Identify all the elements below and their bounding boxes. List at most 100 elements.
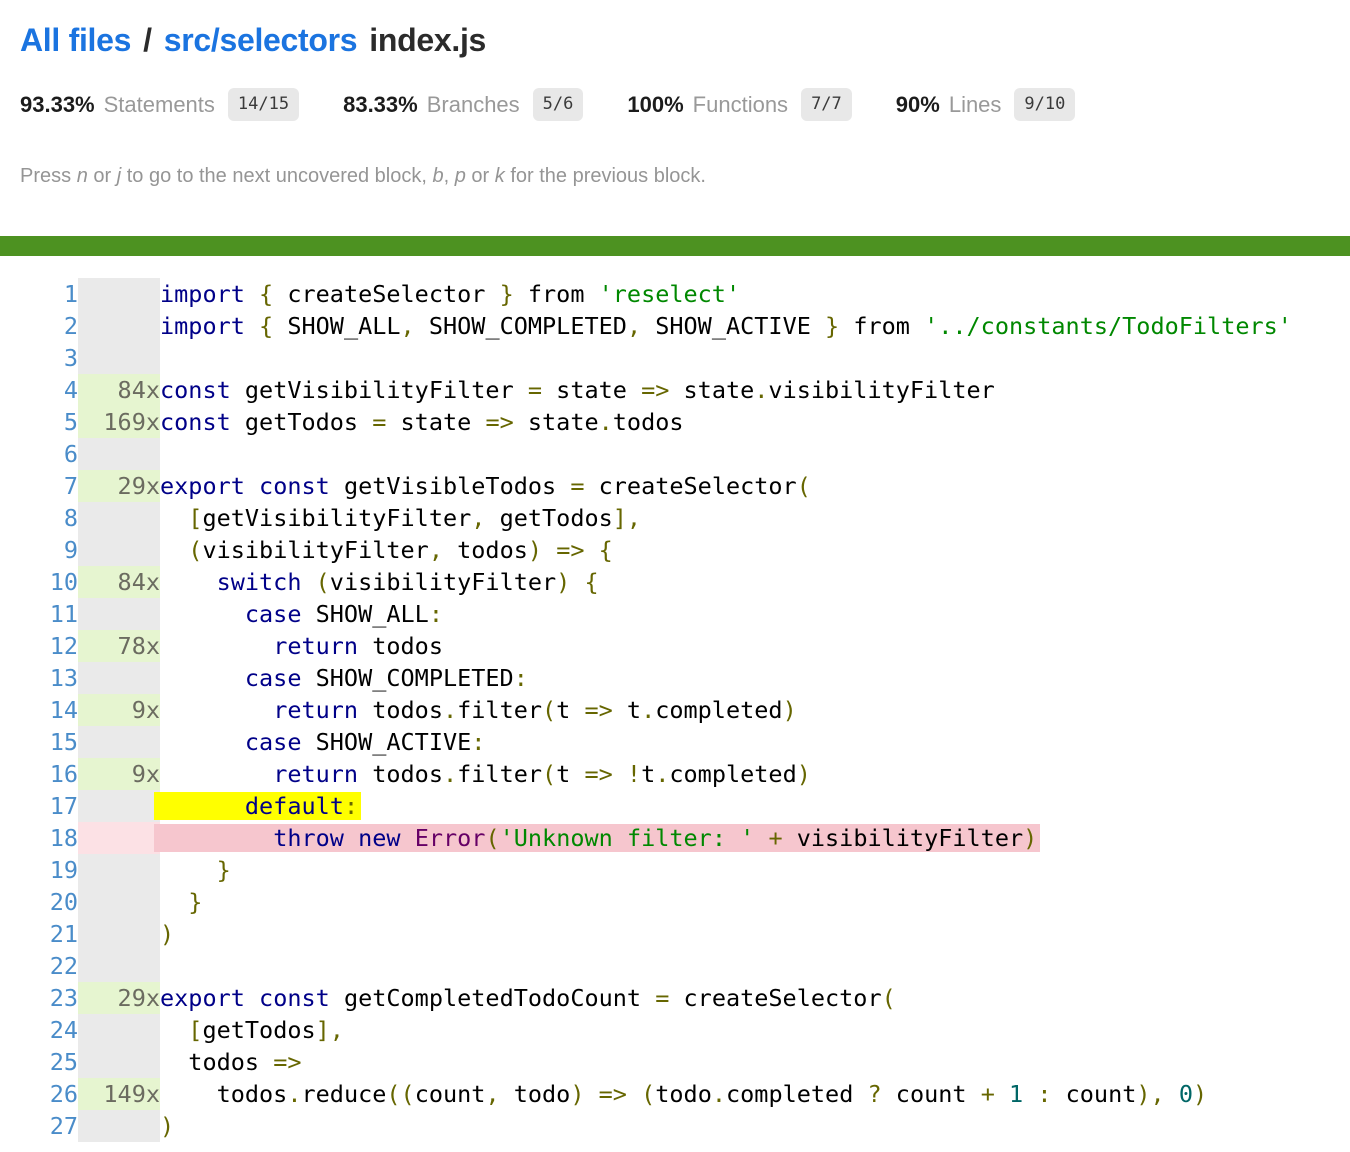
code-token-pun: : [344,792,358,820]
code-token-pun: . [287,1080,301,1108]
hint-text: or [466,165,495,187]
line-hit-count: 169x [78,406,160,438]
code-line-row: 26149x todos.reduce((count, todo) => (to… [0,1078,1292,1110]
code-token-pun: ) [570,1080,584,1108]
line-number: 9 [0,534,78,566]
code-token-kwd: switch [217,568,302,596]
code-token-pln [160,504,188,532]
code-token-pun: , [401,312,415,340]
line-hit-count [78,310,160,342]
coverage-stat: 93.33% Statements 14/15 [20,88,299,121]
hint-key: k [495,165,505,187]
code-token-pun: + [981,1080,995,1108]
stat-label: Functions [693,92,788,118]
code-token-pun: . [712,1080,726,1108]
stat-fraction-badge: 14/15 [228,88,299,121]
hint-key: n [77,165,88,187]
code-token-pun: ( [188,536,202,564]
code-token-pln: filter [457,760,542,788]
breadcrumb-link[interactable]: All files [20,22,131,58]
code-token-pun: . [754,376,768,404]
code-token-pun: + [768,824,782,852]
code-token-pln: todos [613,408,684,436]
line-hit-count [78,1046,160,1078]
code-token-pun: = [528,376,542,404]
breadcrumb-link[interactable]: src/selectors [164,22,358,58]
code-token-pun: } [500,280,514,308]
code-token-pun: ( [797,472,811,500]
line-hit-count: 149x [78,1078,160,1110]
code-line-row: 149x return todos.filter(t => t.complete… [0,694,1292,726]
code-token-pun: ( [316,568,330,596]
code-line: import { createSelector } from 'reselect… [160,278,1292,310]
code-token-str: 'Unknown filter: ' [500,824,755,852]
code-line-row: 18 throw new Error('Unknown filter: ' + … [0,822,1292,854]
code-token-pln: getVisibleTodos [330,472,571,500]
code-line [160,342,1292,374]
coverage-stat: 100%Functions7/7 [627,88,851,121]
code-token-pln: SHOW_ACTIVE [301,728,471,756]
code-line: case SHOW_COMPLETED: [160,662,1292,694]
code-token-pln [160,792,245,820]
code-line-row: 8 [getVisibilityFilter, getTodos], [0,502,1292,534]
code-token-pun: => [584,760,612,788]
code-token-pln: todos [160,1080,287,1108]
stat-percentage: 83.33% [343,92,418,118]
code-token-pln: completed [726,1080,867,1108]
line-number: 13 [0,662,78,694]
line-number: 19 [0,854,78,886]
code-token-pun: { [599,536,613,564]
stat-percentage: 93.33% [20,92,95,118]
code-token-pln: count [415,1080,486,1108]
code-token-pun: , [429,536,443,564]
code-token-pln: t [556,760,584,788]
code-token-pln: count [1051,1080,1136,1108]
hint-text: or [88,165,117,187]
code-token-pln [627,1080,641,1108]
code-token-pln: completed [655,696,782,724]
line-hit-count: 29x [78,470,160,502]
code-token-kwd: import [160,312,245,340]
code-token-pln: SHOW_COMPLETED [415,312,627,340]
line-number: 16 [0,758,78,790]
code-token-pln: todos [358,760,443,788]
code-line: switch (visibilityFilter) { [160,566,1292,598]
code-token-pln: completed [669,760,796,788]
code-token-pln: state [386,408,485,436]
line-hit-count: 9x [78,758,160,790]
code-token-pln: filter [457,696,542,724]
code-token-pln: getTodos [231,408,372,436]
code-line: todos.reduce((count, todo) => (todo.comp… [160,1078,1292,1110]
code-token-pln: getTodos [485,504,612,532]
line-number: 24 [0,1014,78,1046]
code-token-pln: visibilityFilter [330,568,556,596]
code-token-pln: SHOW_ACTIVE [641,312,825,340]
stat-fraction-badge: 7/7 [801,88,852,121]
code-token-typ: Error [415,824,486,852]
code-token-kwd: case [245,600,302,628]
line-number: 25 [0,1046,78,1078]
code-token-pln: todo [655,1080,712,1108]
code-token-pln [160,536,188,564]
code-token-pln [542,536,556,564]
line-hit-count: 84x [78,374,160,406]
code-line-row: 15 case SHOW_ACTIVE: [0,726,1292,758]
code-token-pln: todos [160,1048,273,1076]
code-line: return todos.filter(t => !t.completed) [160,758,1292,790]
line-number: 15 [0,726,78,758]
code-token-pun: . [599,408,613,436]
code-token-pun: ), [1136,1080,1164,1108]
code-token-pln [245,472,259,500]
line-hit-count [78,534,160,566]
line-hit-count [78,726,160,758]
code-line: todos => [160,1046,1292,1078]
code-token-pln: SHOW_ALL [301,600,428,628]
code-token-pun: ) [1023,824,1037,852]
line-hit-count [78,854,160,886]
code-token-pln: state [669,376,754,404]
stat-label: Statements [104,92,215,118]
line-number: 1 [0,278,78,310]
hint-text: for the previous block. [505,165,706,187]
code-token-pun: = [655,984,669,1012]
code-line: return todos [160,630,1292,662]
